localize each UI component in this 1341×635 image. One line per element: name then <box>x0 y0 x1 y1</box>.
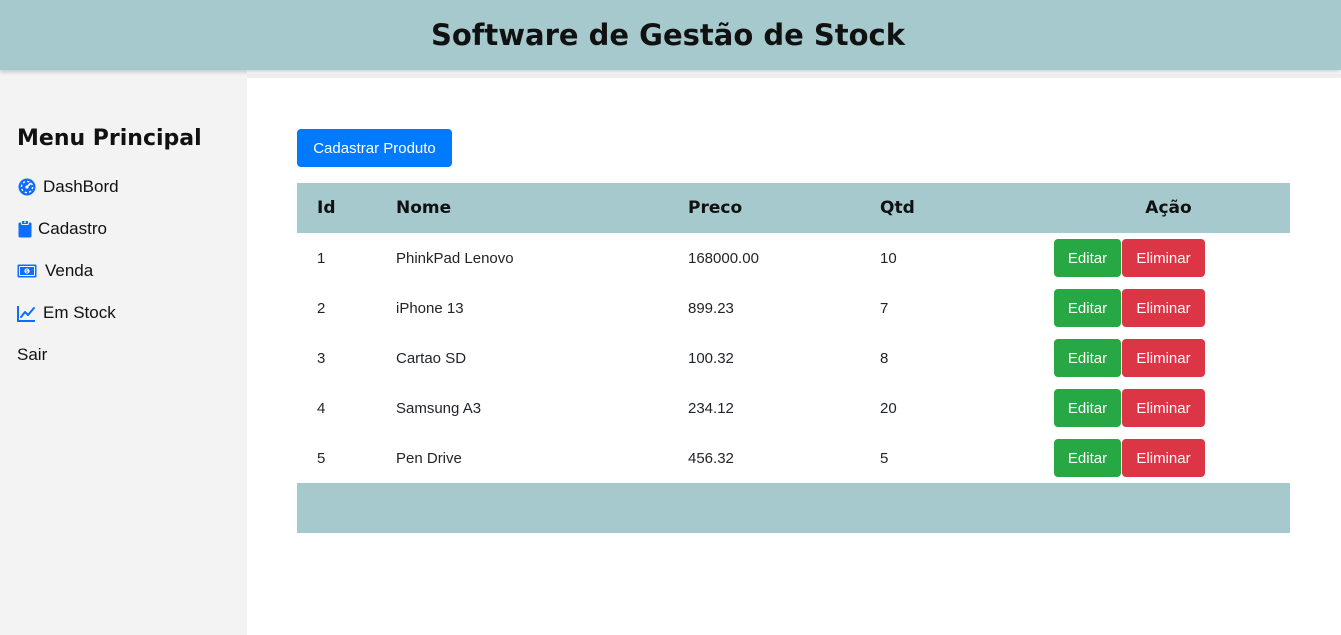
cell-id: 2 <box>317 299 326 317</box>
delete-button[interactable]: Eliminar <box>1122 239 1205 277</box>
sidebar-item-label: Venda <box>45 261 94 280</box>
cell-id: 3 <box>317 349 326 367</box>
sidebar-item-em-stock[interactable]: Em Stock <box>17 301 116 325</box>
sidebar-item-venda[interactable]: $ Venda <box>17 259 93 283</box>
table-footer-row <box>297 483 1290 533</box>
cell-qtd: 7 <box>880 299 889 317</box>
cell-qtd: 5 <box>880 449 889 467</box>
sidebar-item-label: Sair <box>17 345 48 364</box>
cell-preco: 899.23 <box>688 299 734 317</box>
clipboard-icon <box>17 220 32 239</box>
column-header-acao: Ação <box>1145 198 1192 218</box>
cell-nome: iPhone 13 <box>396 299 464 317</box>
edit-button[interactable]: Editar <box>1054 389 1121 427</box>
cell-preco: 168000.00 <box>688 249 759 267</box>
delete-button[interactable]: Eliminar <box>1122 439 1205 477</box>
cell-acao: Editar Eliminar <box>1000 283 1290 333</box>
column-header-nome: Nome <box>396 198 452 218</box>
cell-qtd: 8 <box>880 349 889 367</box>
sidebar-item-dashbord[interactable]: DashBord <box>17 175 119 199</box>
sidebar: Menu Principal DashBord Cadastro $ Venda… <box>0 70 247 635</box>
cell-preco: 456.32 <box>688 449 734 467</box>
column-header-preco: Preco <box>688 198 743 218</box>
table-row: 4 Samsung A3 234.12 20 Editar Eliminar <box>297 383 1290 433</box>
table-row: 2 iPhone 13 899.23 7 Editar Eliminar <box>297 283 1290 333</box>
cell-id: 4 <box>317 399 326 417</box>
cell-qtd: 10 <box>880 249 897 267</box>
cell-acao: Editar Eliminar <box>1000 233 1290 283</box>
edit-button[interactable]: Editar <box>1054 339 1121 377</box>
sidebar-item-label: Em Stock <box>43 303 116 322</box>
table-row: 1 PhinkPad Lenovo 168000.00 10 Editar Eli… <box>297 233 1290 283</box>
column-header-id: Id <box>317 198 336 218</box>
delete-button[interactable]: Eliminar <box>1122 389 1205 427</box>
cell-nome: Pen Drive <box>396 449 462 467</box>
table-header-row: Id Nome Preco Qtd Ação <box>297 183 1290 233</box>
dashboard-gauge-icon <box>17 178 36 197</box>
cell-preco: 234.12 <box>688 399 734 417</box>
delete-button[interactable]: Eliminar <box>1122 289 1205 327</box>
table-row: 3 Cartao SD 100.32 8 Editar Eliminar <box>297 333 1290 383</box>
cell-preco: 100.32 <box>688 349 734 367</box>
sidebar-item-cadastro[interactable]: Cadastro <box>17 217 107 241</box>
content-top-divider <box>247 74 1341 78</box>
svg-text:$: $ <box>25 269 28 275</box>
edit-button[interactable]: Editar <box>1054 439 1121 477</box>
chart-line-icon <box>17 304 36 323</box>
sidebar-item-sair[interactable]: Sair <box>17 343 47 367</box>
cell-acao: Editar Eliminar <box>1000 333 1290 383</box>
cell-nome: PhinkPad Lenovo <box>396 249 514 267</box>
cell-id: 1 <box>317 249 326 267</box>
cell-acao: Editar Eliminar <box>1000 433 1290 483</box>
sidebar-item-label: DashBord <box>43 177 119 196</box>
app-header: Software de Gestão de Stock <box>0 0 1341 70</box>
cadastrar-produto-button[interactable]: Cadastrar Produto <box>297 129 452 167</box>
edit-button[interactable]: Editar <box>1054 239 1121 277</box>
cell-qtd: 20 <box>880 399 897 417</box>
cell-id: 5 <box>317 449 326 467</box>
table-row: 5 Pen Drive 456.32 5 Editar Eliminar <box>297 433 1290 483</box>
money-bill-icon: $ <box>17 262 37 281</box>
cell-nome: Samsung A3 <box>396 399 482 417</box>
sidebar-title: Menu Principal <box>17 126 202 151</box>
edit-button[interactable]: Editar <box>1054 289 1121 327</box>
products-table: Id Nome Preco Qtd Ação 1 PhinkPad Lenovo… <box>297 183 1290 533</box>
cell-nome: Cartao SD <box>396 349 467 367</box>
sidebar-item-label: Cadastro <box>38 219 107 238</box>
cell-acao: Editar Eliminar <box>1000 383 1290 433</box>
delete-button[interactable]: Eliminar <box>1122 339 1205 377</box>
page-title: Software de Gestão de Stock <box>430 18 906 52</box>
column-header-qtd: Qtd <box>880 198 915 218</box>
